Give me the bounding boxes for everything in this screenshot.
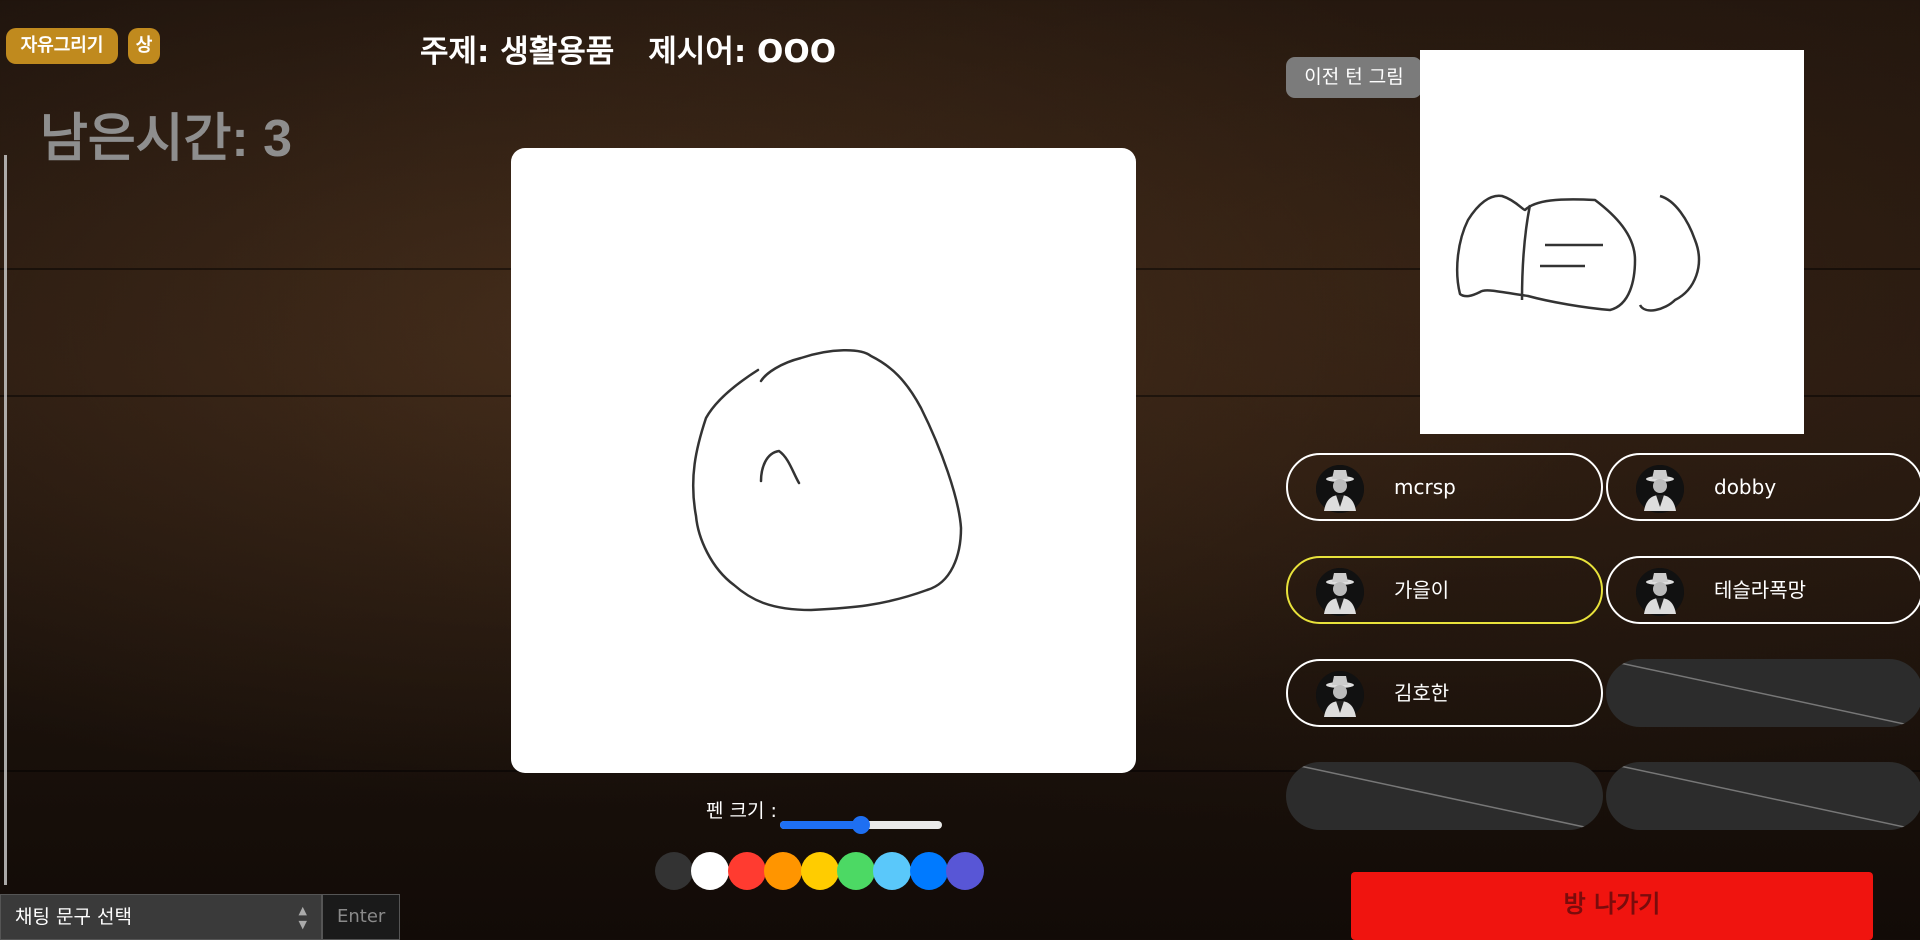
- pen-size-label: 펜 크기 :: [706, 800, 777, 822]
- chat-phrase-select[interactable]: 채팅 문구 선택 ▲ ▼: [0, 894, 322, 940]
- current-drawing: [691, 348, 963, 612]
- chat-scrollbar[interactable]: [4, 155, 7, 885]
- avatar: [1636, 465, 1684, 513]
- player-name: 테슬라폭망: [1714, 578, 1806, 602]
- drawing-canvas[interactable]: [511, 148, 1136, 773]
- topic-label: 주제: 생활용품: [420, 34, 615, 70]
- color-swatch-2[interactable]: [691, 852, 730, 890]
- chat-send-input[interactable]: Enter: [322, 894, 400, 940]
- avatar: [1636, 568, 1684, 616]
- color-swatch-1[interactable]: [655, 852, 693, 890]
- player-name: 가을이: [1394, 578, 1450, 602]
- color-swatch-4[interactable]: [764, 852, 803, 890]
- hint-label: 제시어: OOO: [648, 34, 837, 70]
- previous-drawing-image: [1455, 194, 1701, 312]
- select-arrows-icon: ▲ ▼: [298, 904, 307, 931]
- color-swatch-9[interactable]: [946, 852, 985, 890]
- color-swatch-3[interactable]: [727, 852, 766, 890]
- empty-player-slot: [1286, 762, 1603, 830]
- avatar: [1316, 671, 1364, 719]
- previous-drawing-button[interactable]: 이전 턴 그림: [1286, 57, 1422, 98]
- pen-size-thumb[interactable]: [852, 816, 870, 834]
- topic-heading: 주제: 생활용품 제시어: OOO: [420, 26, 836, 71]
- difficulty-badge: 상: [128, 28, 160, 64]
- avatar: [1316, 568, 1364, 616]
- previous-turn-drawing: [1420, 50, 1804, 434]
- color-swatch-6[interactable]: [837, 852, 876, 890]
- color-swatch-7[interactable]: [873, 852, 912, 890]
- exit-room-button[interactable]: 방 나가기: [1351, 872, 1873, 940]
- player-name: mcrsp: [1394, 475, 1456, 499]
- color-swatch-8[interactable]: [909, 852, 948, 890]
- empty-player-slot: [1606, 762, 1920, 830]
- empty-player-slot: [1606, 659, 1920, 727]
- player-card: 테슬라폭망: [1606, 556, 1920, 624]
- player-name: dobby: [1714, 475, 1777, 499]
- player-card: 가을이: [1286, 556, 1603, 624]
- pen-size-slider[interactable]: [780, 816, 942, 834]
- player-card: 김호한: [1286, 659, 1603, 727]
- color-swatch-5[interactable]: [800, 852, 839, 890]
- pen-size-fill: [780, 821, 861, 829]
- player-name: 김호한: [1394, 681, 1450, 705]
- color-palette: [655, 852, 985, 890]
- player-card: dobby: [1606, 453, 1920, 521]
- mode-badge: 자유그리기: [6, 28, 118, 64]
- player-card: mcrsp: [1286, 453, 1603, 521]
- chat-phrase-select-label: 채팅 문구 선택: [15, 906, 132, 928]
- avatar: [1316, 465, 1364, 513]
- remaining-time: 남은시간: 3: [40, 110, 293, 168]
